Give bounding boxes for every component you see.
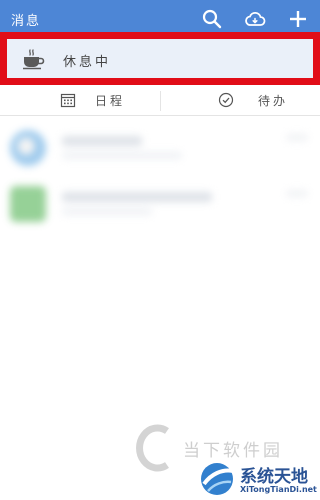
check-circle-icon [218,92,234,108]
watermark-logo [136,424,169,472]
plus-icon[interactable] [287,8,309,30]
avatar [10,130,46,166]
tab-divider [160,91,161,111]
tab-todo-label: 待办 [258,94,289,108]
avatar [10,186,46,222]
list-item-title [62,192,212,202]
page-title: 消息 [11,14,42,29]
calendar-icon [60,92,76,108]
status-highlight-box: 休息中 [0,32,320,85]
list-item[interactable] [0,174,320,230]
globe-logo [201,463,234,495]
search-icon[interactable] [201,8,223,30]
coffee-cup-icon [21,48,45,70]
list-item[interactable] [0,118,320,174]
status-row[interactable]: 休息中 [7,39,313,78]
status-label: 休息中 [63,55,112,70]
watermark-site-name: 系统天地 [240,467,308,487]
list-item-preview [62,208,152,215]
message-list [0,118,320,230]
list-item-time [286,190,308,197]
watermark: 当下软件园 系统天地 XiTongTianDi.net [130,410,320,500]
tab-schedule-label: 日程 [95,94,126,108]
list-item-title [62,136,142,146]
cloud-sync-icon[interactable] [244,8,266,30]
watermark-site-url: XiTongTianDi.net [240,485,317,494]
watermark-brand: 当下软件园 [183,441,283,461]
list-item-time [286,134,308,141]
tab-bar: 日程 待办 [0,85,320,116]
list-item-preview [62,152,182,159]
